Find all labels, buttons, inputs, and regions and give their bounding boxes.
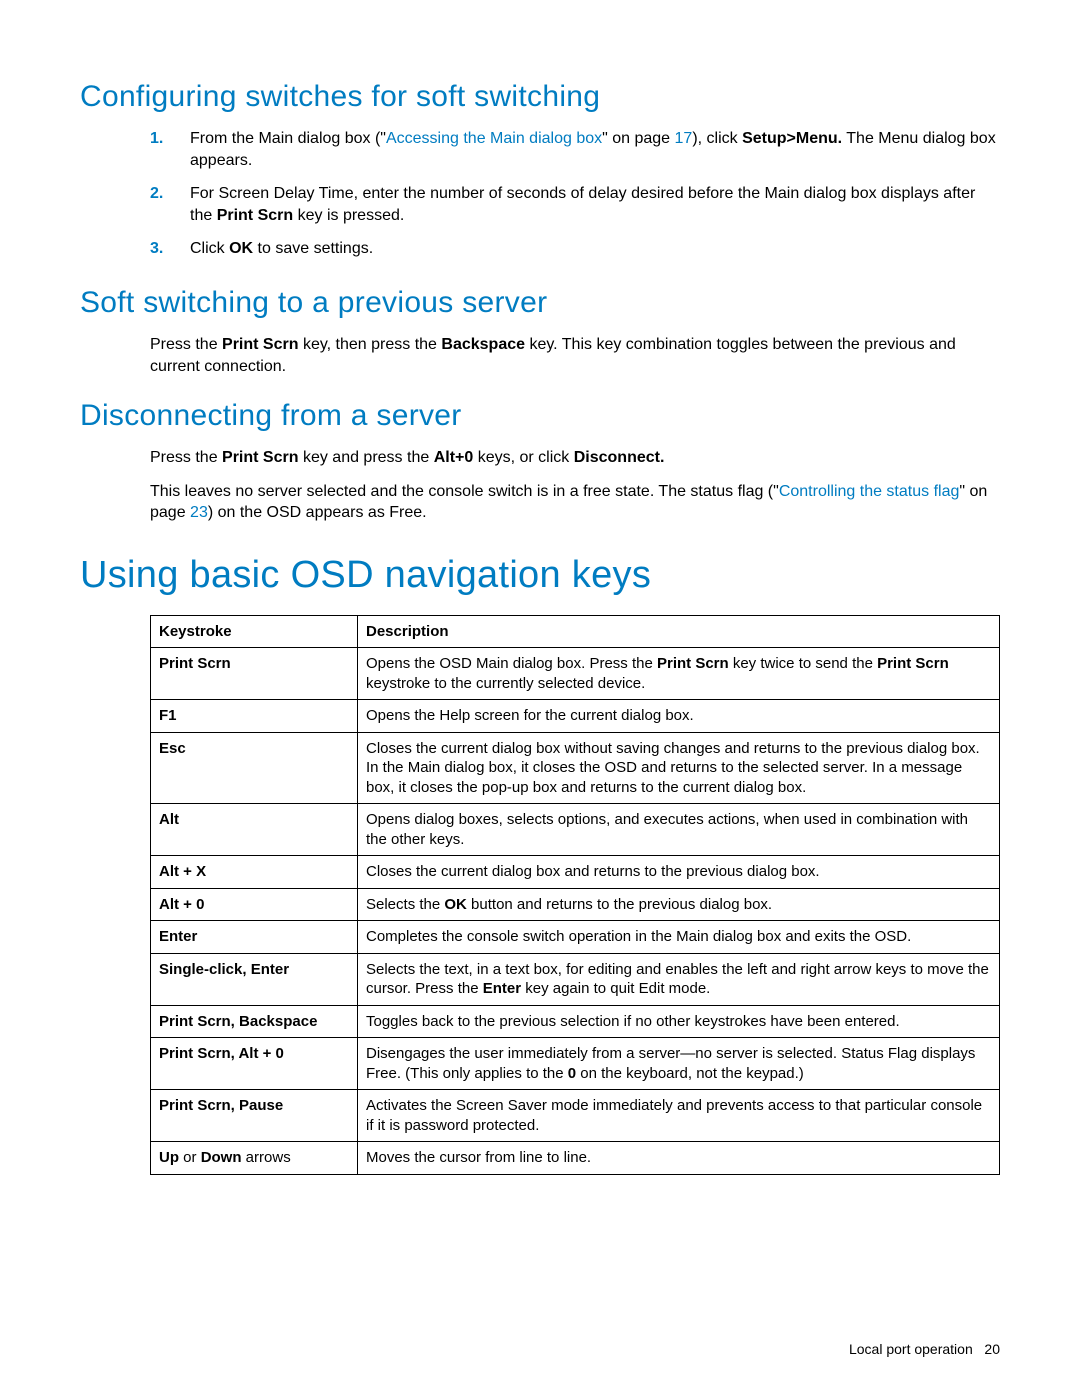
para-disconnect-2: This leaves no server selected and the c… — [150, 481, 1000, 524]
heading-disconnect: Disconnecting from a server — [80, 399, 1000, 433]
table-row: Print Scrn, Alt + 0 Disengages the user … — [151, 1038, 1000, 1090]
heading-osd-nav: Using basic OSD navigation keys — [80, 554, 1000, 597]
heading-soft-switch: Soft switching to a previous server — [80, 286, 1000, 320]
table-row: Single-click, Enter Selects the text, in… — [151, 953, 1000, 1005]
table-row: Enter Completes the console switch opera… — [151, 921, 1000, 954]
th-keystroke: Keystroke — [151, 615, 358, 648]
table-row: Alt Opens dialog boxes, selects options,… — [151, 804, 1000, 856]
document-page: Configuring switches for soft switching … — [0, 0, 1080, 1397]
table-row: Alt + X Closes the current dialog box an… — [151, 856, 1000, 889]
page-footer: Local port operation 20 — [849, 1341, 1000, 1357]
th-description: Description — [358, 615, 1000, 648]
table-row: Print Scrn, Pause Activates the Screen S… — [151, 1090, 1000, 1142]
table-row: Up or Down arrows Moves the cursor from … — [151, 1142, 1000, 1175]
link-page-17[interactable]: 17 — [675, 130, 693, 147]
table-osd-keys: Keystroke Description Print Scrn Opens t… — [150, 615, 1000, 1175]
table-row: F1 Opens the Help screen for the current… — [151, 700, 1000, 733]
table-row: Esc Closes the current dialog box withou… — [151, 732, 1000, 804]
link-page-23[interactable]: 23 — [190, 504, 208, 521]
step-2: For Screen Delay Time, enter the number … — [150, 183, 1000, 226]
heading-configuring: Configuring switches for soft switching — [80, 80, 1000, 114]
link-status-flag[interactable]: Controlling the status flag — [779, 483, 960, 500]
table-row: Print Scrn Opens the OSD Main dialog box… — [151, 648, 1000, 700]
link-main-dialog[interactable]: Accessing the Main dialog box — [386, 130, 602, 147]
step-3: Click OK to save settings. — [150, 238, 1000, 260]
table-row: Print Scrn, Backspace Toggles back to th… — [151, 1005, 1000, 1038]
para-disconnect-1: Press the Print Scrn key and press the A… — [150, 447, 1000, 469]
table-header-row: Keystroke Description — [151, 615, 1000, 648]
table-row: Alt + 0 Selects the OK button and return… — [151, 888, 1000, 921]
para-soft-switch: Press the Print Scrn key, then press the… — [150, 334, 1000, 377]
steps-configuring: From the Main dialog box ("Accessing the… — [150, 128, 1000, 260]
step-1: From the Main dialog box ("Accessing the… — [150, 128, 1000, 171]
